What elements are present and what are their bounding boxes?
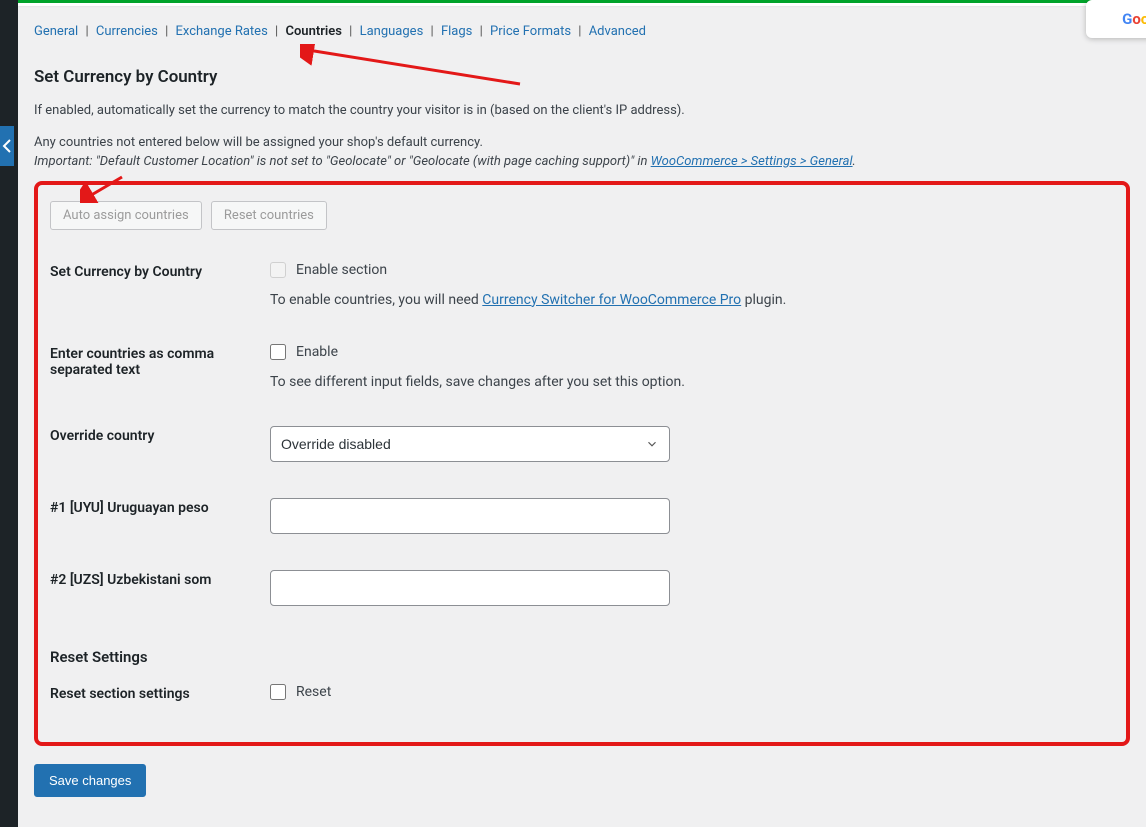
label-currency-2: #2 [UZS] Uzbekistani som xyxy=(50,552,270,624)
subtab-languages[interactable]: Languages xyxy=(360,24,424,39)
label-override-country: Override country xyxy=(50,408,270,480)
save-changes-button[interactable]: Save changes xyxy=(34,764,146,797)
reset-section-checkbox-label: Reset xyxy=(296,684,331,700)
currency-2-input[interactable] xyxy=(270,570,670,606)
note-text: Any countries not entered below will be … xyxy=(34,135,1130,150)
label-comma-separated: Enter countries as comma separated text xyxy=(50,326,270,408)
subtab-general[interactable]: General xyxy=(34,24,78,39)
label-currency-1: #1 [UYU] Uruguayan peso xyxy=(50,480,270,552)
auto-assign-countries-button[interactable]: Auto assign countries xyxy=(50,201,202,230)
section-subtabs: General | Currencies | Exchange Rates | … xyxy=(34,16,1130,47)
enable-section-help: To enable countries, you will need Curre… xyxy=(270,292,1114,308)
row-currency-2: #2 [UZS] Uzbekistani som xyxy=(50,552,1114,624)
link-currency-switcher-pro[interactable]: Currency Switcher for WooCommerce Pro xyxy=(482,292,741,308)
reset-countries-button[interactable]: Reset countries xyxy=(211,201,327,230)
admin-sidebar xyxy=(0,0,18,827)
row-reset-section: Reset section settings Reset xyxy=(50,666,1114,722)
subtab-advanced[interactable]: Advanced xyxy=(589,24,646,39)
subtab-price-formats[interactable]: Price Formats xyxy=(490,24,571,39)
page-title: Set Currency by Country xyxy=(34,67,1130,87)
annotation-arrow-checkbox xyxy=(80,173,130,203)
row-set-currency-by-country: Set Currency by Country Enable section T… xyxy=(50,244,1114,326)
subtab-exchange-rates[interactable]: Exchange Rates xyxy=(176,24,268,39)
enable-section-checkbox[interactable] xyxy=(270,262,286,278)
row-comma-separated: Enter countries as comma separated text … xyxy=(50,326,1114,408)
important-note: Important: "Default Customer Location" i… xyxy=(34,154,1130,169)
subtab-currencies[interactable]: Currencies xyxy=(96,24,158,39)
label-reset-section: Reset section settings xyxy=(50,666,270,722)
comma-help-text: To see different input fields, save chan… xyxy=(270,374,1114,390)
row-currency-1: #1 [UYU] Uruguayan peso xyxy=(50,480,1114,552)
collapse-tab[interactable] xyxy=(0,126,14,166)
subtab-flags[interactable]: Flags xyxy=(441,24,472,39)
notice-strip xyxy=(18,0,1146,6)
enable-comma-checkbox-label: Enable xyxy=(296,344,338,360)
label-set-currency-by-country: Set Currency by Country xyxy=(50,244,270,326)
override-country-select[interactable]: Override disabled xyxy=(270,426,670,462)
reset-section-checkbox[interactable] xyxy=(270,684,286,700)
subtab-countries[interactable]: Countries xyxy=(285,24,341,39)
reset-settings-heading: Reset Settings xyxy=(50,648,1114,666)
enable-section-checkbox-label: Enable section xyxy=(296,262,387,278)
highlighted-settings-box: Auto assign countries Reset countries Se… xyxy=(34,181,1130,746)
enable-comma-checkbox[interactable] xyxy=(270,344,286,360)
row-override-country: Override country Override disabled xyxy=(50,408,1114,480)
intro-text: If enabled, automatically set the curren… xyxy=(34,101,1130,121)
google-translate-badge[interactable]: Google xyxy=(1086,0,1146,38)
link-woocommerce-settings[interactable]: WooCommerce > Settings > General xyxy=(651,154,853,169)
currency-1-input[interactable] xyxy=(270,498,670,534)
